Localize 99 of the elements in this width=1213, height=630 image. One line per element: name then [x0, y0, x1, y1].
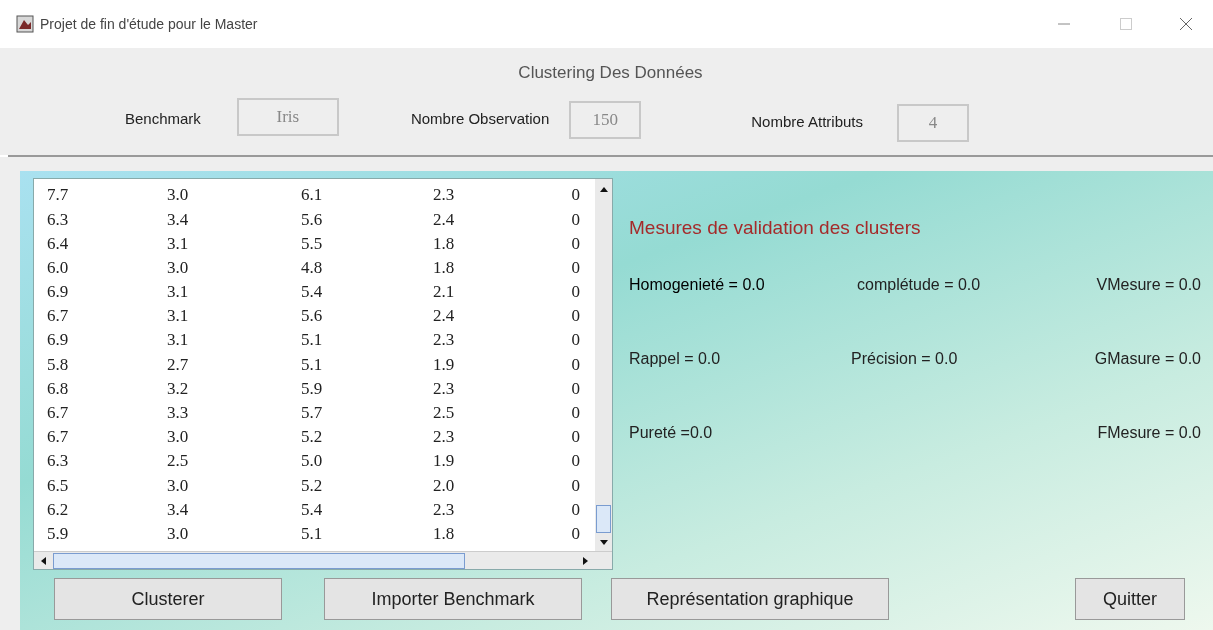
table-cell-text: 5.9 [301, 377, 324, 400]
measure-value: FMesure = 0.0 [1097, 422, 1201, 443]
table-cell-text: 5.2 [301, 474, 324, 497]
table-cell-text: 5.1 [301, 329, 324, 352]
table-cell-text: 3.0 [167, 474, 190, 497]
measure-value: complétude = 0.0 [857, 274, 982, 295]
horizontal-scrollbar[interactable] [34, 551, 612, 569]
table-cell-text: 6.9 [47, 281, 70, 304]
scroll-thumb[interactable] [596, 505, 611, 533]
table-cell-text: 2.3 [433, 377, 456, 400]
table-cell-text: 5.8 [47, 353, 70, 376]
table-cell-text: 2.3 [433, 329, 456, 352]
table-cell-text: 2.3 [433, 498, 456, 521]
table-cell-text: 0 [570, 450, 580, 473]
table-cell-text: 6.2 [47, 498, 70, 521]
measure-value: Précision = 0.0 [851, 348, 959, 369]
scroll-thumb[interactable] [53, 552, 465, 569]
header-title: Clustering Des Données [517, 62, 704, 84]
table-cell-text: 4.8 [301, 256, 324, 279]
table-cell-text: 3.0 [167, 256, 190, 279]
table-cell-text: 5.1 [301, 353, 324, 376]
measures-title: Mesures de validation des clusters [629, 216, 922, 240]
table-cell-text: 2.7 [167, 353, 190, 376]
table-cell-text: 1.8 [433, 256, 456, 279]
table-cell-text: 1.9 [433, 353, 456, 376]
table-cell-text: 3.1 [167, 305, 190, 328]
table-cell-text: 1.9 [433, 450, 456, 473]
table-cell-text: 0 [570, 305, 580, 328]
table-cell-text: 2.5 [433, 402, 456, 425]
table-cell-text: 3.2 [167, 377, 190, 400]
measure-value: VMesure = 0.0 [1096, 274, 1201, 295]
table-cell-text: 3.4 [167, 208, 190, 231]
maximize-icon[interactable] [1119, 17, 1133, 31]
table-cell-text: 7.7 [47, 184, 70, 207]
table-cell-text: 6.1 [301, 184, 324, 207]
close-icon[interactable] [1179, 17, 1193, 31]
table-cell-text: 6.9 [47, 329, 70, 352]
field-label: Benchmark [125, 109, 201, 130]
table-cell-text: 6.0 [47, 256, 70, 279]
table-cell-text: 6.7 [47, 305, 70, 328]
table-cell-text: 6.5 [47, 474, 70, 497]
action-button[interactable]: Clusterer [54, 578, 282, 620]
table-cell-text: 5.4 [301, 498, 324, 521]
table-cell-text: 2.1 [433, 281, 456, 304]
window-title: Projet de fin d'étude pour le Master [40, 14, 258, 34]
table-cell-text: 0 [570, 329, 580, 352]
table-cell-text: 2.0 [433, 474, 456, 497]
table-cell-text: 0 [570, 232, 580, 255]
table-cell-text: 0 [570, 402, 580, 425]
action-button[interactable]: Représentation graphique [611, 578, 889, 620]
table-cell-text: 3.0 [167, 426, 190, 449]
table-cell-text: 6.3 [47, 208, 70, 231]
table-cell-text: 0 [570, 281, 580, 304]
table-cell-text: 5.9 [47, 522, 70, 545]
table-cell-text: 0 [570, 353, 580, 376]
table-cell-text: 2.3 [433, 184, 456, 207]
table-cell-text: 0 [570, 498, 580, 521]
measure-value: GMasure = 0.0 [1094, 348, 1201, 369]
table-cell-text: 2.5 [167, 450, 190, 473]
table-cell-text: 2.4 [433, 305, 456, 328]
table-cell-text: 1.8 [433, 232, 456, 255]
table-cell-text: 0 [570, 426, 580, 449]
table-cell-text: 6.8 [47, 377, 70, 400]
table-cell-text: 5.6 [301, 208, 324, 231]
table-cell-text: 0 [570, 208, 580, 231]
table-cell-text: 6.7 [47, 426, 70, 449]
table-cell-text: 3.1 [167, 281, 190, 304]
table-cell-text: 0 [570, 377, 580, 400]
table-cell-text: 3.1 [167, 232, 190, 255]
table-cell-text: 6.4 [47, 232, 70, 255]
table-cell-text: 2.3 [433, 426, 456, 449]
table-cell-text: 0 [570, 184, 580, 207]
measure-value: Pureté =0.0 [629, 422, 714, 443]
table-cell-text: 3.0 [167, 522, 190, 545]
table-cell-text: 3.1 [167, 329, 190, 352]
table-cell-text: 5.0 [301, 450, 324, 473]
field-label: Nombre Attributs [751, 112, 863, 133]
table-cell-text: 1.8 [433, 522, 456, 545]
table-cell-text: 5.2 [301, 426, 324, 449]
table-cell-text: 5.6 [301, 305, 324, 328]
table-cell-text: 5.5 [301, 232, 324, 255]
table-cell-text: 5.1 [301, 522, 324, 545]
table-cell-text: 3.4 [167, 498, 190, 521]
table-cell-text: 0 [570, 474, 580, 497]
measure-value: Homogenieté = 0.0 [629, 274, 766, 295]
field-label: Nombre Observation [410, 109, 550, 130]
table-cell-text: 5.4 [301, 281, 324, 304]
table-cell-text: 3.0 [167, 184, 190, 207]
vertical-scrollbar[interactable] [595, 179, 612, 551]
action-button[interactable]: Quitter [1075, 578, 1185, 620]
table-cell-text: 2.4 [433, 208, 456, 231]
table-cell-text: 3.3 [167, 402, 190, 425]
table-cell-text: 6.3 [47, 450, 70, 473]
action-button[interactable]: Importer Benchmark [324, 578, 582, 620]
table-cell-text: 6.7 [47, 402, 70, 425]
table-cell-text: 0 [570, 522, 580, 545]
table-cell-text: 0 [570, 256, 580, 279]
app-icon [16, 15, 34, 33]
table-cell-text: 5.7 [301, 402, 324, 425]
